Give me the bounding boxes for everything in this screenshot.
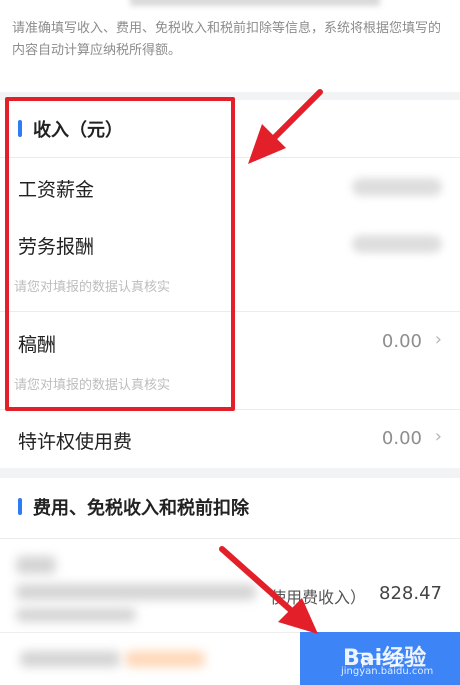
blurred-text [16, 584, 256, 600]
blurred-value [352, 235, 442, 253]
blurred-text [16, 608, 136, 622]
row-value: 0.00 [381, 331, 422, 352]
row-label: 特许权使用费 [18, 431, 133, 453]
bottom-bar-left [0, 632, 300, 685]
intro-panel: 请准确填写收入、费用、免税收入和税前扣除等信息，系统将根据您填写的内容自动计算应… [0, 0, 460, 92]
deduction-section-title: 费用、免税收入和税前扣除 [33, 498, 249, 519]
row-label: 使用费收入） [270, 588, 367, 607]
row-value: 828.47 [379, 583, 442, 604]
watermark-url: jingyan.baidu.com [341, 666, 434, 677]
chevron-right-icon: › [434, 329, 442, 350]
section-accent-bar [18, 498, 22, 515]
blurred-value [352, 178, 442, 196]
blurred-text [16, 556, 56, 574]
intro-text: 请准确填写收入、费用、免税收入和税前扣除等信息，系统将根据您填写的内容自动计算应… [12, 21, 442, 58]
cut-off-header-text [130, 0, 380, 6]
divider [0, 538, 460, 539]
deduction-section-header: 费用、免税收入和税前扣除 [0, 478, 460, 536]
chevron-right-icon: › [434, 426, 442, 447]
row-value: 0.00 [381, 428, 422, 449]
blurred-highlight [125, 651, 205, 667]
annotation-box [5, 97, 235, 411]
blurred-text [20, 651, 120, 667]
